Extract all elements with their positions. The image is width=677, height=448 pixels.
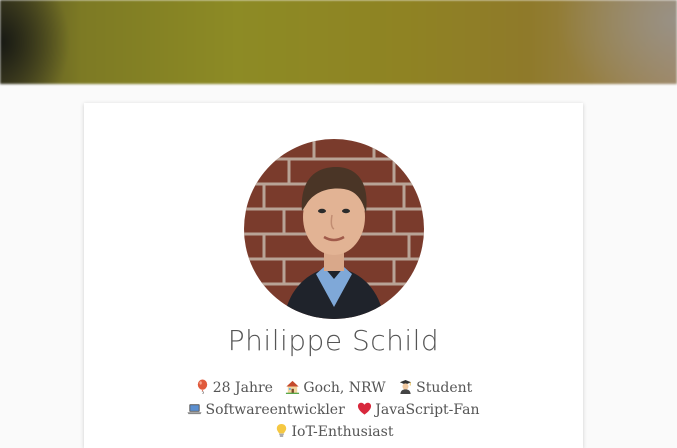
header-banner — [0, 0, 677, 84]
house-icon — [286, 380, 300, 394]
student-icon — [400, 379, 412, 394]
fact-occupation-text: Student — [416, 380, 473, 396]
fact-enthusiasm: IoT-Enthusiast — [274, 423, 394, 440]
fact-interest: JavaScript-Fan — [357, 402, 480, 418]
lightbulb-icon — [276, 423, 286, 437]
fact-profession-text: Softwareentwickler — [205, 402, 345, 418]
fact-location-text: Goch, NRW — [303, 380, 386, 396]
profile-card: Philippe Schild 28 Jahre Goch, NRW Stude… — [84, 103, 583, 448]
fact-enthusiasm-text: IoT-Enthusiast — [291, 424, 394, 440]
fact-profession: Softwareentwickler — [187, 402, 345, 418]
profile-name: Philippe Schild — [227, 324, 440, 357]
heart-icon — [358, 402, 372, 415]
balloon-icon — [197, 379, 207, 394]
profile-facts: 28 Jahre Goch, NRW Student Softwareentwi… — [84, 377, 583, 443]
fact-occupation: Student — [398, 379, 473, 396]
avatar — [244, 139, 424, 319]
fact-age-text: 28 Jahre — [212, 380, 273, 396]
fact-age: 28 Jahre — [195, 379, 273, 396]
laptop-icon — [187, 404, 203, 415]
fact-location: Goch, NRW — [285, 380, 386, 396]
fact-interest-text: JavaScript-Fan — [375, 402, 480, 418]
